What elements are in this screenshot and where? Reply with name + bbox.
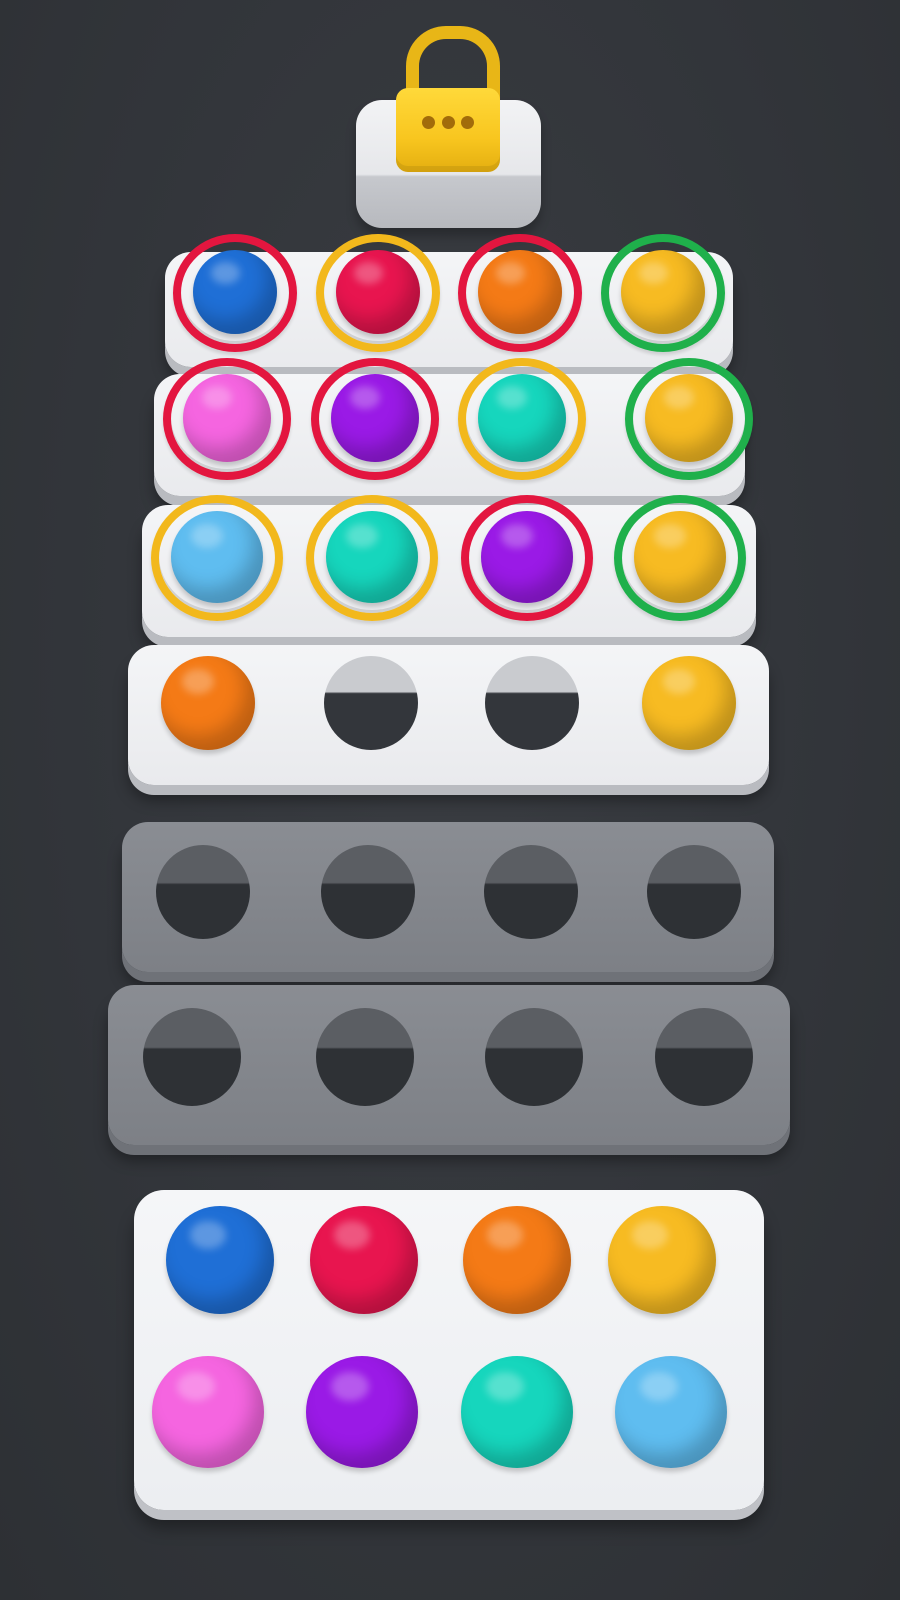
palette-ball-orange[interactable]	[463, 1206, 571, 1314]
locked-tray[interactable]	[108, 985, 790, 1145]
padlock-body	[396, 88, 500, 172]
padlock-dot	[422, 116, 435, 129]
locked-tray[interactable]	[122, 822, 774, 972]
ball-tray[interactable]	[142, 495, 756, 637]
ball-tray[interactable]	[165, 234, 733, 367]
ball-blue[interactable]	[193, 250, 277, 334]
ball-sky[interactable]	[171, 511, 263, 603]
empty-hole[interactable]	[143, 1008, 241, 1106]
palette-ball-sky[interactable]	[615, 1356, 727, 1468]
ball-tray[interactable]	[128, 645, 769, 785]
palette-ball-purple[interactable]	[306, 1356, 418, 1468]
ball-tray[interactable]	[154, 358, 753, 496]
empty-hole[interactable]	[156, 845, 250, 939]
padlock-dots	[422, 116, 474, 130]
ball-purple[interactable]	[331, 374, 419, 462]
palette-ball-pink[interactable]	[152, 1356, 264, 1468]
ball-pink[interactable]	[183, 374, 271, 462]
padlock-dot	[441, 116, 455, 129]
padlock-icon[interactable]	[396, 26, 504, 174]
palette-ball-teal[interactable]	[461, 1356, 573, 1468]
empty-hole[interactable]	[647, 845, 741, 939]
empty-hole[interactable]	[316, 1008, 414, 1106]
ball-orange[interactable]	[478, 250, 562, 334]
empty-hole[interactable]	[485, 656, 579, 750]
empty-hole[interactable]	[321, 845, 415, 939]
padlock-dot	[461, 116, 474, 129]
ball-teal[interactable]	[478, 374, 566, 462]
ball-yellow[interactable]	[645, 374, 733, 462]
ball-teal[interactable]	[326, 511, 418, 603]
palette-ball-red[interactable]	[310, 1206, 418, 1314]
ball-purple[interactable]	[481, 511, 573, 603]
empty-hole[interactable]	[485, 1008, 583, 1106]
palette-ball-blue[interactable]	[166, 1206, 274, 1314]
ball-yellow[interactable]	[634, 511, 726, 603]
empty-hole[interactable]	[484, 845, 578, 939]
ball-yellow[interactable]	[642, 656, 736, 750]
empty-hole[interactable]	[324, 656, 418, 750]
ball-red[interactable]	[336, 250, 420, 334]
color-palette	[134, 1190, 764, 1510]
palette-ball-yellow[interactable]	[608, 1206, 716, 1314]
empty-hole[interactable]	[655, 1008, 753, 1106]
game-board	[0, 0, 900, 1600]
ball-orange[interactable]	[161, 656, 255, 750]
ball-yellow[interactable]	[621, 250, 705, 334]
